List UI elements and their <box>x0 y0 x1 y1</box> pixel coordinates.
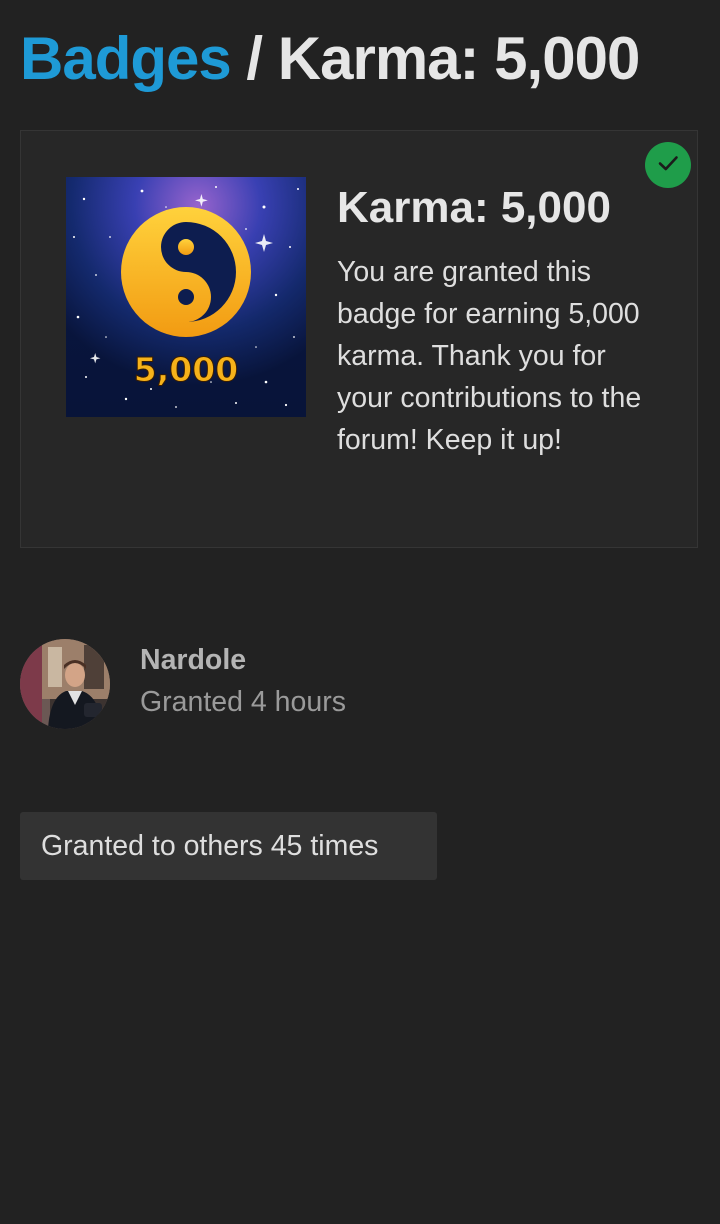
badge-image: 5,000 <box>66 177 306 417</box>
badge-description: You are granted this badge for earning 5… <box>337 256 642 456</box>
page-title: Badges / Karma: 5,000 <box>20 24 641 94</box>
badge-card: 5,000 Karma: 5,000 You are granted this … <box>20 130 698 548</box>
badge-image-label: 5,000 <box>134 350 238 389</box>
breadcrumb-current: Karma: 5,000 <box>277 25 641 92</box>
grantee-name[interactable]: Nardole <box>140 640 246 680</box>
yin-yang-icon <box>121 207 251 337</box>
grant-time: Granted 4 hours <box>140 686 346 718</box>
badge-page: Badges / Karma: 5,000 5,000 Karma: 5,000… <box>0 0 720 1224</box>
badge-granted-indicator <box>645 142 691 188</box>
check-icon <box>657 152 679 178</box>
avatar[interactable] <box>20 639 110 729</box>
granted-to-others-button[interactable]: Granted to others 45 times <box>20 812 437 880</box>
breadcrumb-separator: / <box>246 25 263 92</box>
badge-name: Karma: 5,000 <box>337 183 611 232</box>
breadcrumb-badges-link[interactable]: Badges <box>20 25 232 92</box>
